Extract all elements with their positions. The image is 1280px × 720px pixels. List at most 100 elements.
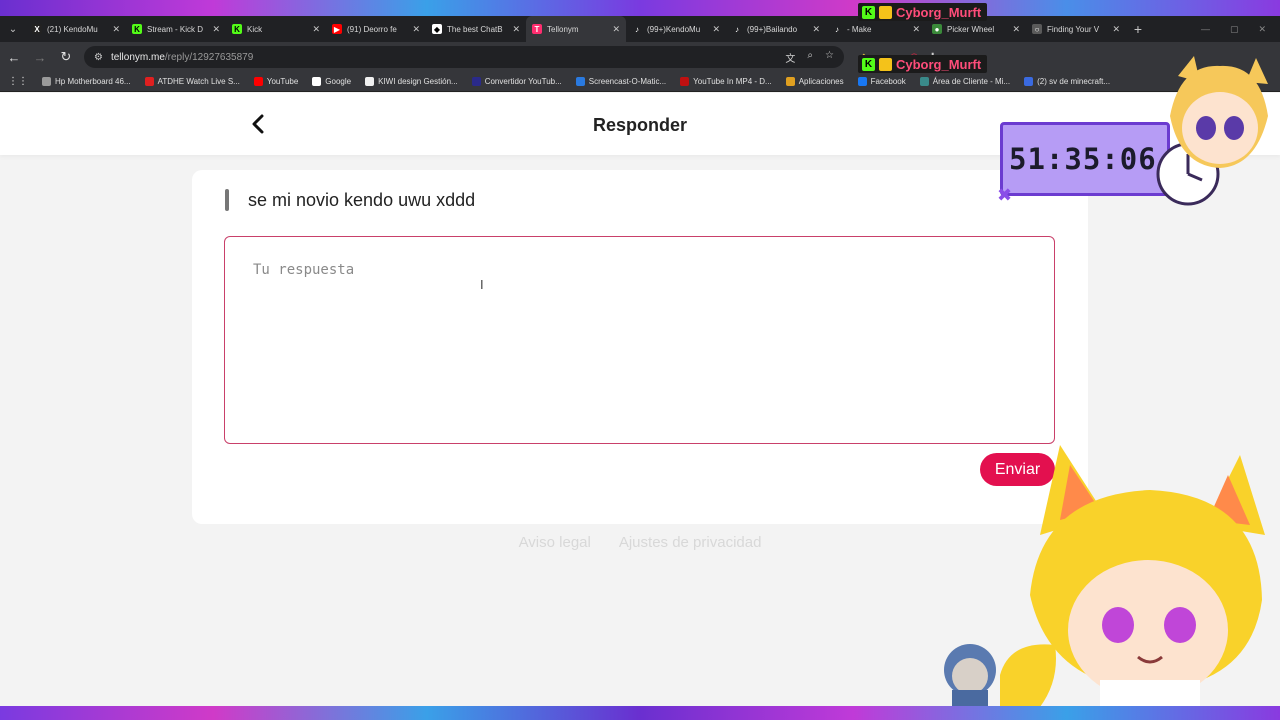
tab-title: Kick: [247, 24, 263, 34]
quote-bar: [225, 189, 229, 211]
bookmark-label: Screencast-O-Matic...: [588, 77, 667, 86]
tab-favicon-icon: ◆: [432, 24, 442, 34]
bookmark-item[interactable]: Aplicaciones: [785, 77, 844, 86]
bookmark-label: YouTube In MP4 - D...: [693, 77, 772, 86]
maximize-icon[interactable]: ▢: [1230, 24, 1239, 35]
tab-title: Finding Your V: [1047, 24, 1100, 34]
stream-frame-top: [0, 0, 1280, 16]
bookmark-item[interactable]: Screencast-O-Matic...: [575, 77, 667, 86]
tab-close-icon[interactable]: ✕: [1112, 24, 1120, 35]
tab-close-icon[interactable]: ✕: [312, 24, 320, 35]
chat-user-tag: K Cyborg_Murft: [858, 3, 988, 21]
privacy-settings-link[interactable]: Ajustes de privacidad: [619, 534, 762, 551]
tab-title: Stream - Kick D: [147, 24, 204, 34]
browser-tab[interactable]: X (21) KendoMu ✕: [26, 16, 126, 42]
bookmark-label: Convertidor YouTub...: [484, 77, 562, 86]
bookmarks-bar: ⋮⋮ Hp Motherboard 46... ATDHE Watch Live …: [0, 72, 1280, 92]
tab-close-icon[interactable]: ✕: [912, 24, 920, 35]
tab-title: (21) KendoMu: [47, 24, 98, 34]
bookmark-item[interactable]: KIWI design Gestión...: [365, 77, 458, 86]
browser-tab[interactable]: ♪ (99+)KendoMu ✕: [626, 16, 726, 42]
tab-favicon-icon: K: [232, 24, 242, 34]
bookmark-item[interactable]: ATDHE Watch Live S...: [144, 77, 240, 86]
tab-favicon-icon: ♪: [832, 24, 842, 34]
chat-username: Cyborg_Murft: [896, 4, 982, 20]
browser-tab[interactable]: K Stream - Kick D ✕: [126, 16, 226, 42]
legal-notice-link[interactable]: Aviso legal: [519, 534, 591, 551]
bookmark-favicon-icon: [42, 77, 51, 86]
bookmark-label: Facebook: [870, 77, 906, 86]
browser-toolbar: ← → ↻ ⚙ tellonym.me/reply/12927635879 文 …: [0, 42, 1280, 72]
zoom-icon[interactable]: ⌕: [807, 50, 813, 65]
tab-favicon-icon: ♪: [632, 24, 642, 34]
bookmark-item[interactable]: (2) sv de minecraft...: [1024, 77, 1110, 86]
browser-tab[interactable]: ♪ (99+)Bailando ✕: [726, 16, 826, 42]
browser-tab[interactable]: ○ Finding Your V ✕: [1026, 16, 1126, 42]
bookmark-item[interactable]: Google: [312, 77, 351, 86]
browser-tab[interactable]: K Kick ✕: [226, 16, 326, 42]
bookmark-item[interactable]: YouTube: [253, 77, 298, 86]
tab-favicon-icon: ○: [1032, 24, 1042, 34]
chat-username: Cyborg_Murft: [896, 56, 982, 72]
answer-input[interactable]: [253, 262, 1026, 418]
bookmark-favicon-icon: [857, 77, 867, 86]
bookmark-favicon-icon: [253, 77, 263, 86]
bookmark-favicon-icon: [919, 77, 929, 86]
forward-arrow-icon[interactable]: →: [32, 50, 48, 65]
tab-close-icon[interactable]: ✕: [612, 24, 620, 35]
chibi-avatar-image: [1170, 56, 1268, 168]
tab-title: (99+)Bailando: [747, 24, 798, 34]
tab-favicon-icon: T: [532, 24, 542, 34]
browser-tab[interactable]: T Tellonym ✕: [526, 16, 626, 42]
bookmark-label: Área de Cliente - Mi...: [932, 77, 1011, 86]
tab-close-icon[interactable]: ✕: [712, 24, 720, 35]
back-arrow-icon[interactable]: ←: [6, 50, 22, 65]
tab-close-icon[interactable]: ✕: [512, 24, 520, 35]
mascot-sticker-image: [944, 644, 996, 708]
bookmark-label: Aplicaciones: [798, 77, 844, 86]
tab-favicon-icon: K: [132, 24, 142, 34]
bookmark-item[interactable]: Área de Cliente - Mi...: [919, 77, 1011, 86]
bookmark-favicon-icon: [680, 77, 690, 86]
tab-title: Tellonym: [547, 24, 579, 34]
bookmark-item[interactable]: Convertidor YouTub...: [471, 77, 562, 86]
answer-box[interactable]: [224, 236, 1055, 444]
minimize-icon[interactable]: —: [1201, 24, 1210, 35]
tab-title: Picker Wheel: [947, 24, 995, 34]
url-host: tellonym.me: [110, 51, 165, 63]
tab-title: The best ChatB: [447, 24, 503, 34]
bookmark-favicon-icon: [575, 77, 585, 86]
tab-favicon-icon: ♪: [732, 24, 742, 34]
bookmark-favicon-icon: [365, 77, 375, 86]
tab-close-icon[interactable]: ✕: [112, 24, 120, 35]
bookmark-label: Google: [325, 77, 352, 86]
browser-tab[interactable]: ▶ (91) Deorro fe ✕: [326, 16, 426, 42]
tab-search-icon[interactable]: ⌄: [0, 16, 26, 42]
bookmark-label: KIWI design Gestión...: [378, 77, 458, 86]
bookmark-favicon-icon: [312, 77, 322, 86]
bookmark-favicon-icon: [1024, 77, 1034, 86]
bookmark-favicon-icon: [471, 77, 481, 86]
bookmark-item[interactable]: Hp Motherboard 46...: [42, 77, 131, 86]
reload-icon[interactable]: ↻: [58, 49, 74, 65]
translate-icon[interactable]: 文: [785, 50, 795, 65]
close-window-icon[interactable]: ✕: [1258, 24, 1266, 35]
tab-close-icon[interactable]: ✕: [812, 24, 820, 35]
apps-grid-icon[interactable]: ⋮⋮: [8, 76, 28, 87]
tab-close-icon[interactable]: ✕: [212, 24, 220, 35]
bookmark-item[interactable]: YouTube In MP4 - D...: [680, 77, 772, 86]
kick-logo-icon: K: [862, 5, 875, 19]
bookmark-star-icon[interactable]: ☆: [825, 50, 834, 65]
tab-close-icon[interactable]: ✕: [412, 24, 420, 35]
tab-close-icon[interactable]: ✕: [1012, 24, 1020, 35]
stream-timer: 51:35:06 ✖: [997, 122, 1170, 205]
address-bar[interactable]: ⚙ tellonym.me/reply/12927635879 文 ⌕ ☆: [84, 46, 844, 68]
bookmark-item[interactable]: Facebook: [857, 77, 906, 86]
new-tab-button[interactable]: +: [1126, 21, 1150, 37]
tab-title: (99+)KendoMu: [647, 24, 701, 34]
bookmark-label: Hp Motherboard 46...: [55, 77, 131, 86]
tab-favicon-icon: ●: [932, 24, 942, 34]
browser-tab[interactable]: ◆ The best ChatB ✕: [426, 16, 526, 42]
tab-favicon-icon: X: [32, 24, 42, 34]
site-info-icon[interactable]: ⚙: [94, 52, 103, 63]
